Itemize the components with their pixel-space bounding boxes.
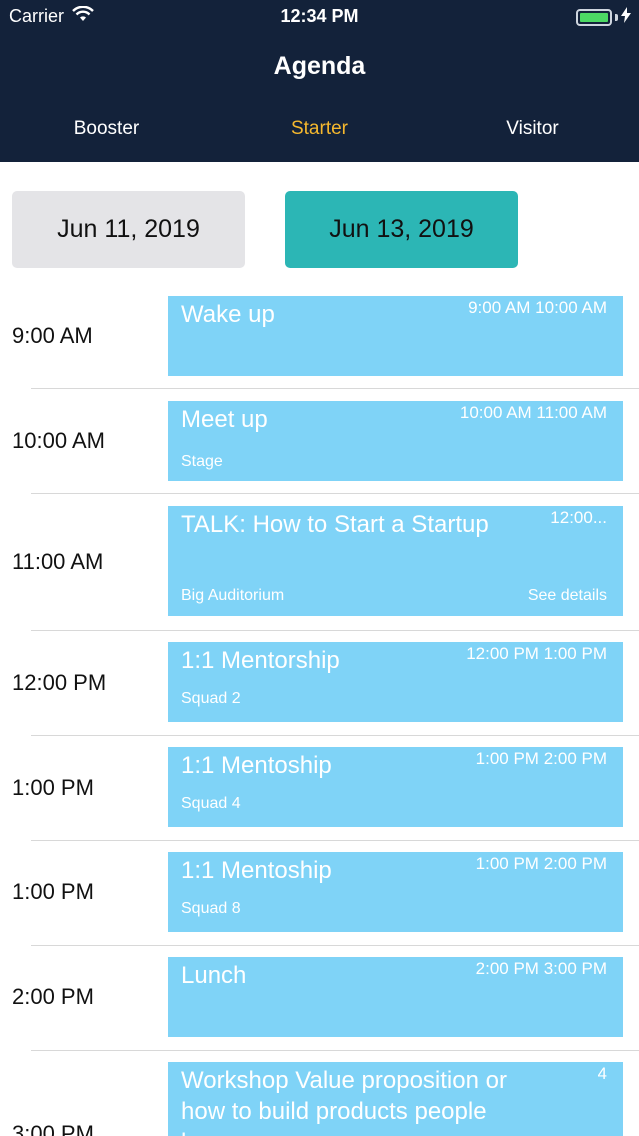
event-card[interactable]: Workshop Value proposition or how to bui… [168, 1062, 623, 1136]
event-time-label: 1:00 PM [12, 775, 94, 800]
event-time-label: 3:00 PM [12, 1121, 94, 1136]
event-time-label: 9:00 AM [12, 323, 93, 348]
battery-icon [576, 9, 612, 26]
event-time-range: 10:00 AM 11:00 AM [459, 403, 607, 422]
tab-booster[interactable]: Booster [0, 118, 213, 140]
event-time-label: 2:00 PM [12, 984, 94, 1009]
status-bar: Carrier 12:34 PM [0, 0, 639, 34]
row-separator [31, 840, 639, 841]
date-button-jun-13[interactable]: Jun 13, 2019 [285, 191, 518, 268]
row-separator [31, 630, 639, 631]
event-card[interactable]: Lunch 2:00 PM 3:00 PM [168, 957, 623, 1037]
row-separator [31, 493, 639, 494]
event-card[interactable]: 1:1 Mentoship 1:00 PM 2:00 PM Squad 4 [168, 747, 623, 827]
event-location: Big Auditorium [181, 587, 285, 604]
event-time-range: 4 [597, 1064, 607, 1083]
event-card[interactable]: 1:1 Mentorship 12:00 PM 1:00 PM Squad 2 [168, 642, 623, 722]
event-location: Stage [181, 453, 223, 470]
event-time-range: 1:00 PM 2:00 PM [475, 854, 607, 873]
row-separator [31, 1050, 639, 1051]
battery-fill [580, 13, 608, 22]
tab-bar: Booster Starter Visitor [0, 118, 639, 148]
page-title: Agenda [273, 52, 366, 80]
event-time-range: 9:00 AM 10:00 AM [468, 298, 607, 317]
event-card[interactable]: TALK: How to Start a Startup 12:00... Big … [168, 506, 623, 616]
event-location: Squad 4 [181, 795, 241, 812]
event-time-range: 2:00 PM 3:00 PM [475, 959, 607, 978]
event-location: Squad 2 [181, 690, 241, 707]
battery-indicator [576, 7, 631, 28]
event-time-label: 11:00 AM [12, 549, 104, 574]
event-card[interactable]: Meet up 10:00 AM 11:00 AM Stage [168, 401, 623, 481]
tab-visitor[interactable]: Visitor [426, 118, 639, 140]
event-title: Workshop Value proposition or how to bui… [181, 1067, 507, 1136]
see-details-link[interactable]: See details [528, 587, 607, 605]
row-separator [31, 945, 639, 946]
event-time-label: 1:00 PM [12, 879, 94, 904]
status-time: 12:34 PM [280, 6, 359, 26]
event-time-range: 1:00 PM 2:00 PM [475, 749, 607, 768]
event-time-label: 12:00 PM [12, 670, 107, 695]
event-card[interactable]: Wake up 9:00 AM 10:00 AM [168, 296, 623, 376]
agenda-list[interactable]: 9:00 AM Wake up 9:00 AM 10:00 AM 10:00 AM Me… [0, 284, 639, 1136]
date-button-jun-11[interactable]: Jun 11, 2019 [12, 191, 245, 268]
row-separator [31, 735, 639, 736]
event-location: Squad 8 [181, 900, 241, 917]
event-title: TALK: How to Start a Startup [181, 511, 489, 538]
row-separator [31, 388, 639, 389]
event-time-label: 10:00 AM [12, 428, 105, 453]
battery-tip [615, 14, 618, 21]
event-time-range: 12:00 PM 1:00 PM [466, 644, 607, 663]
tab-starter[interactable]: Starter [213, 118, 426, 140]
event-card[interactable]: 1:1 Mentoship 1:00 PM 2:00 PM Squad 8 [168, 852, 623, 932]
event-time-range: 12:00... [550, 508, 607, 527]
charging-bolt-icon [621, 7, 631, 28]
header: Carrier 12:34 PM Agenda Booster Starter … [0, 0, 639, 162]
